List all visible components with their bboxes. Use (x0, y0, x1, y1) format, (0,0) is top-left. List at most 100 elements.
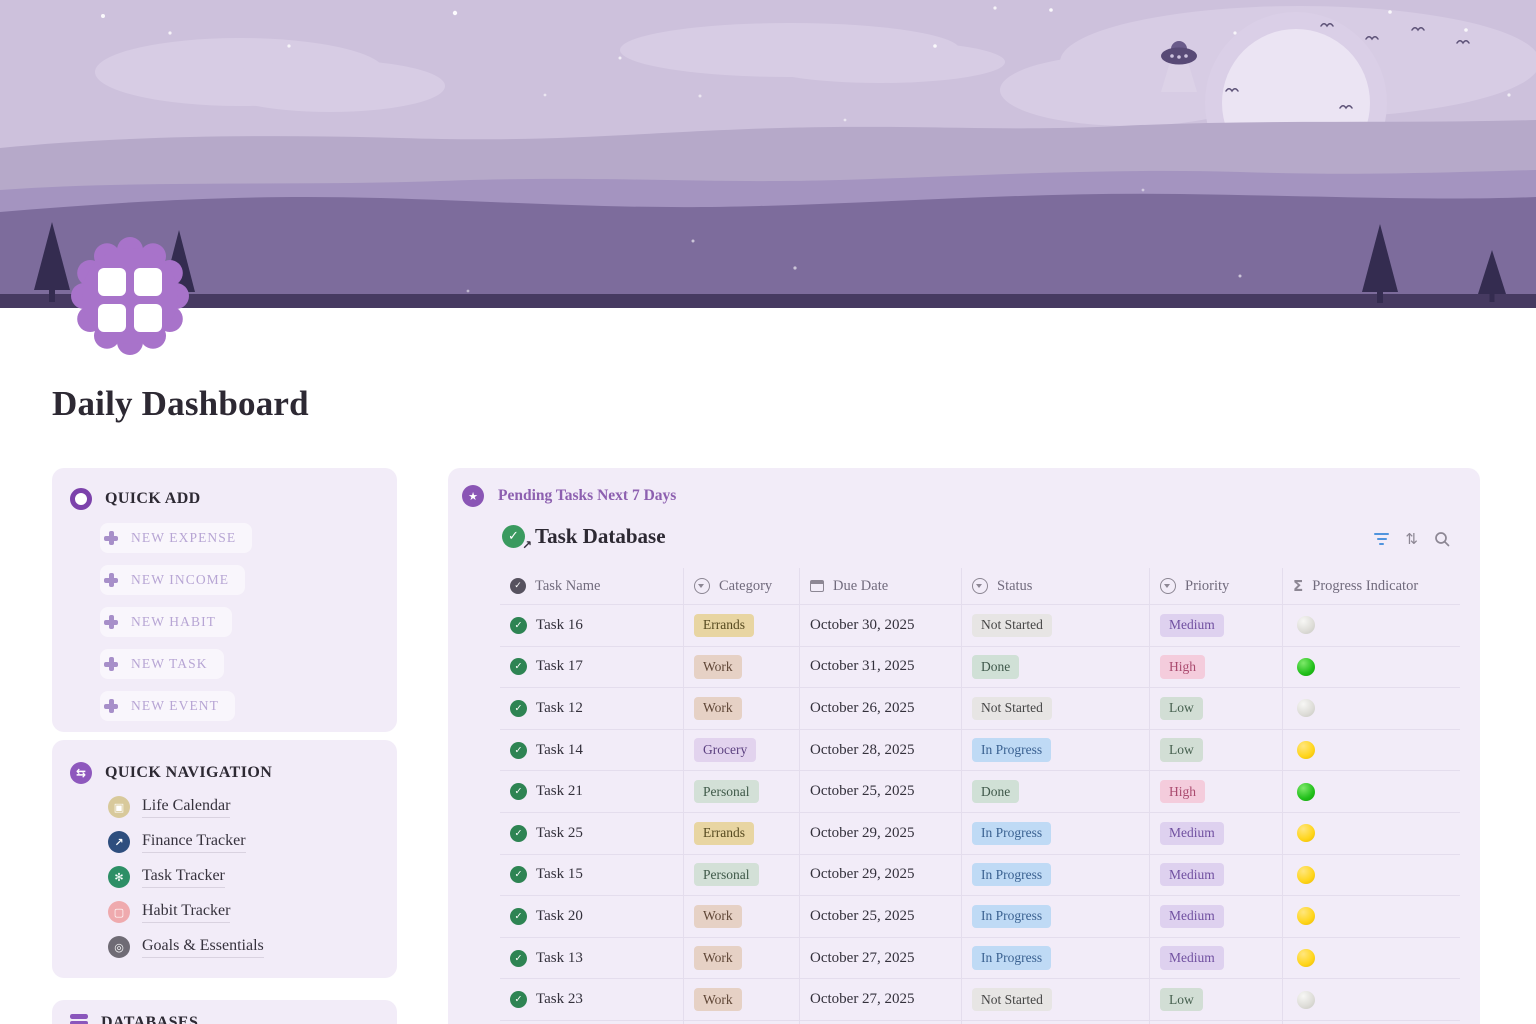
cell-status[interactable]: In Progress (962, 896, 1150, 937)
table-body: Task 16 Errands October 30, 2025 Not Sta… (500, 604, 1460, 1024)
cell-priority[interactable]: Low (1150, 979, 1283, 1020)
nav-link[interactable]: ✻ Task Tracker (108, 866, 264, 888)
table-row[interactable]: Task 21 Personal October 25, 2025 Done H… (500, 770, 1460, 812)
quick-add-button[interactable]: NEW EXPENSE (100, 523, 252, 553)
cell-category[interactable]: Work (684, 896, 800, 937)
cell-priority[interactable]: Low (1150, 688, 1283, 729)
table-row[interactable]: Task 14 Grocery October 28, 2025 In Prog… (500, 729, 1460, 771)
cell-due-date[interactable]: October 29, 2025 (800, 813, 962, 854)
cell-due-date[interactable]: October 28, 2025 (800, 730, 962, 771)
cell-status[interactable]: In Progress (962, 855, 1150, 896)
table-row[interactable]: Task 16 Errands October 30, 2025 Not Sta… (500, 604, 1460, 646)
cell-category[interactable]: Work (684, 979, 800, 1020)
cell-category[interactable]: Work (684, 647, 800, 688)
cell-category[interactable]: Work (684, 938, 800, 979)
page-title: Daily Dashboard (52, 384, 309, 424)
quick-navigation-list: ▣ Life Calendar ↗ Finance Tracker ✻ Task… (108, 796, 264, 958)
cell-priority[interactable]: Low (1150, 730, 1283, 771)
cell-priority[interactable]: Medium (1150, 813, 1283, 854)
nav-link[interactable]: ▣ Life Calendar (108, 796, 264, 818)
quick-add-button[interactable]: NEW INCOME (100, 565, 245, 595)
progress-dot-icon (1297, 741, 1315, 759)
cell-task-name[interactable]: Task 21 (500, 771, 684, 812)
status-chip: In Progress (972, 863, 1051, 886)
cell-priority[interactable]: Medium (1150, 605, 1283, 646)
cell-due-date[interactable]: October 29, 2025 (800, 855, 962, 896)
status-chip: Not Started (972, 614, 1052, 637)
grid-badge-icon[interactable] (64, 230, 196, 362)
cell-due-date[interactable]: October 30, 2025 (800, 605, 962, 646)
column-header[interactable]: Status (962, 568, 1150, 604)
cell-status[interactable]: In Progress (962, 938, 1150, 979)
cell-priority[interactable]: High (1150, 771, 1283, 812)
cell-priority[interactable]: Medium (1150, 855, 1283, 896)
priority-chip: Low (1160, 697, 1203, 720)
cell-due-date[interactable]: October 31, 2025 (800, 647, 962, 688)
column-header[interactable]: Due Date (800, 568, 962, 604)
cell-category[interactable]: Personal (684, 855, 800, 896)
nav-link[interactable]: ◎ Goals & Essentials (108, 936, 264, 958)
cell-priority[interactable]: Medium (1150, 896, 1283, 937)
cell-priority[interactable]: Medium (1150, 938, 1283, 979)
cell-due-date[interactable]: October 25, 2025 (800, 771, 962, 812)
sort-icon[interactable]: ⇅ (1405, 530, 1418, 548)
cell-due-date[interactable]: October 26, 2025 (800, 688, 962, 729)
column-header[interactable]: Progress Indicator (1283, 568, 1460, 604)
cell-priority[interactable]: High (1150, 647, 1283, 688)
cell-task-name[interactable]: Task 15 (500, 855, 684, 896)
table-row[interactable]: Work In Progress Low (500, 1020, 1460, 1024)
cell-status[interactable]: In Progress (962, 730, 1150, 771)
table-row[interactable]: Task 15 Personal October 29, 2025 In Pro… (500, 854, 1460, 896)
priority-chip: Medium (1160, 946, 1224, 969)
cell-task-name[interactable]: Task 16 (500, 605, 684, 646)
quick-add-button[interactable]: NEW EVENT (100, 691, 235, 721)
cell-status[interactable]: Not Started (962, 605, 1150, 646)
cell-category[interactable]: Grocery (684, 730, 800, 771)
filter-icon[interactable] (1374, 533, 1389, 546)
cell-task-name[interactable]: Task 12 (500, 688, 684, 729)
cell-status[interactable]: Done (962, 647, 1150, 688)
cell-due-date[interactable]: October 27, 2025 (800, 938, 962, 979)
nav-link[interactable]: ▢ Habit Tracker (108, 901, 264, 923)
table-row[interactable]: Task 20 Work October 25, 2025 In Progres… (500, 895, 1460, 937)
cell-status[interactable]: Not Started (962, 979, 1150, 1020)
category-chip: Work (694, 988, 742, 1011)
cell-status[interactable]: Not Started (962, 688, 1150, 729)
cell-task-name[interactable]: Task 20 (500, 896, 684, 937)
task-check-icon (510, 991, 527, 1008)
quick-add-button[interactable]: NEW TASK (100, 649, 224, 679)
table-row[interactable]: Task 23 Work October 27, 2025 Not Starte… (500, 978, 1460, 1020)
progress-dot-icon (1297, 658, 1315, 676)
task-table: Task Name Category Due Date Status Prior… (500, 568, 1460, 1024)
progress-dot-icon (1297, 991, 1315, 1009)
search-icon[interactable] (1434, 531, 1450, 547)
cell-due-date[interactable]: October 25, 2025 (800, 896, 962, 937)
cell-task-name[interactable]: Task 13 (500, 938, 684, 979)
table-row[interactable]: Task 17 Work October 31, 2025 Done High (500, 646, 1460, 688)
column-header[interactable]: Task Name (500, 568, 684, 604)
cell-category[interactable]: Errands (684, 813, 800, 854)
cell-task-name[interactable]: Task 23 (500, 979, 684, 1020)
cell-category[interactable]: Errands (684, 605, 800, 646)
quick-add-button[interactable]: NEW HABIT (100, 607, 232, 637)
cell-status[interactable]: Done (962, 771, 1150, 812)
cell-task-name[interactable]: Task 25 (500, 813, 684, 854)
cell-task-name[interactable]: Task 14 (500, 730, 684, 771)
cell-status[interactable]: In Progress (962, 813, 1150, 854)
status-chip: In Progress (972, 822, 1051, 845)
column-header[interactable]: Category (684, 568, 800, 604)
progress-dot-icon (1297, 824, 1315, 842)
table-row[interactable]: Task 25 Errands October 29, 2025 In Prog… (500, 812, 1460, 854)
table-row[interactable]: Task 13 Work October 27, 2025 In Progres… (500, 937, 1460, 979)
cell-task-name[interactable]: Task 17 (500, 647, 684, 688)
nav-link[interactable]: ↗ Finance Tracker (108, 831, 264, 853)
table-row[interactable]: Task 12 Work October 26, 2025 Not Starte… (500, 687, 1460, 729)
linked-database-title[interactable]: ✓↗ Task Database (502, 524, 666, 549)
calendar-icon (810, 580, 824, 592)
column-header[interactable]: Priority (1150, 568, 1283, 604)
priority-chip: High (1160, 655, 1205, 678)
cell-due-date[interactable]: October 27, 2025 (800, 979, 962, 1020)
priority-chip: High (1160, 780, 1205, 803)
cell-category[interactable]: Work (684, 688, 800, 729)
cell-category[interactable]: Personal (684, 771, 800, 812)
